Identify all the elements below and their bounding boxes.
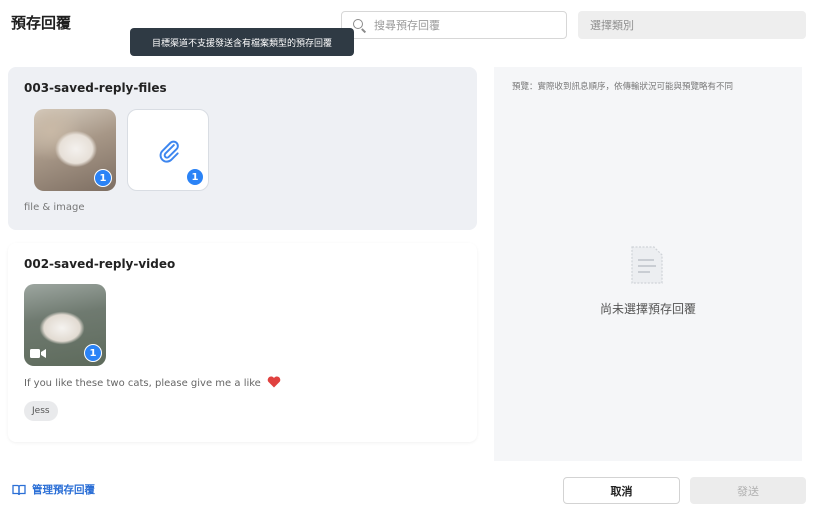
document-icon bbox=[631, 246, 663, 284]
empty-state-text: 尚未選擇預存回覆 bbox=[599, 302, 696, 316]
search-input[interactable] bbox=[374, 18, 554, 32]
image-thumbnail: 1 bbox=[34, 109, 116, 191]
attachment-count-badge: 1 bbox=[94, 169, 112, 187]
saved-reply-description-row: If you like these two cats, please give … bbox=[24, 376, 281, 389]
cancel-button[interactable]: 取消 bbox=[563, 477, 680, 504]
video-thumbnail: 1 bbox=[24, 284, 106, 366]
saved-reply-card[interactable]: 003-saved-reply-files 1 1 file & image bbox=[8, 67, 477, 230]
file-thumbnail: 1 bbox=[127, 109, 209, 191]
attachment-count-badge: 1 bbox=[84, 344, 102, 362]
saved-reply-name: 003-saved-reply-files bbox=[24, 81, 167, 95]
page-title: 預存回覆 bbox=[11, 14, 72, 32]
preview-panel: 預覽：實際收到訊息順序，依傳輸狀況可能與預覽略有不同 尚未選擇預存回覆 bbox=[494, 67, 802, 461]
manage-saved-replies-link[interactable]: 管理預存回覆 bbox=[12, 482, 95, 497]
heart-icon bbox=[267, 376, 281, 388]
preview-note: 預覽：實際收到訊息順序，依傳輸狀況可能與預覽略有不同 bbox=[512, 82, 734, 92]
category-select[interactable]: 選擇類別 bbox=[578, 11, 806, 39]
send-button[interactable]: 發送 bbox=[690, 477, 806, 504]
video-camera-icon bbox=[30, 349, 46, 358]
tooltip: 目標渠道不支援發送含有檔案類型的預存回覆 bbox=[130, 28, 354, 56]
search-box[interactable] bbox=[341, 11, 567, 39]
saved-reply-description: file & image bbox=[24, 202, 85, 213]
manage-saved-replies-label: 管理預存回覆 bbox=[32, 484, 95, 496]
attachment-count-badge: 1 bbox=[186, 168, 204, 186]
book-icon bbox=[12, 484, 26, 495]
saved-reply-card[interactable]: 002-saved-reply-video 1 If you like thes… bbox=[8, 243, 477, 442]
tag-chip: Jess bbox=[24, 401, 58, 421]
search-icon bbox=[352, 18, 366, 32]
saved-reply-description: If you like these two cats, please give … bbox=[24, 378, 261, 389]
saved-reply-name: 002-saved-reply-video bbox=[24, 257, 176, 271]
paperclip-icon bbox=[159, 140, 179, 163]
